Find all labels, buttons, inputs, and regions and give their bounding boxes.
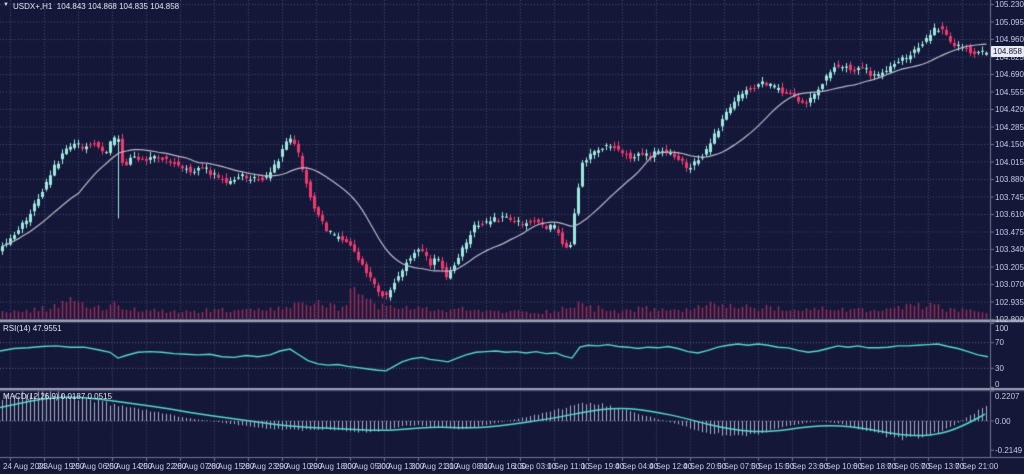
price-axis-label: 105.095 bbox=[995, 18, 1024, 27]
current-price-tag: 104.858 bbox=[991, 46, 1024, 57]
price-axis-label: 103.070 bbox=[995, 280, 1024, 289]
chart-dropdown-icon[interactable]: ▼ bbox=[3, 2, 9, 9]
macd-indicator-label: MACD(12,26,9) 0.0187 0.0515 bbox=[3, 392, 112, 401]
chart-canvas[interactable] bbox=[0, 0, 1024, 474]
price-axis-label: 105.230 bbox=[995, 0, 1024, 9]
price-axis-label: 104.690 bbox=[995, 70, 1024, 79]
time-axis-label: 7 Sep 21:00 bbox=[955, 462, 998, 471]
rsi-axis-label: 100 bbox=[995, 324, 1008, 333]
trading-chart-window: ▼ USDX+,H1 104.843 104.868 104.835 104.8… bbox=[0, 0, 1024, 474]
price-axis-label: 103.610 bbox=[995, 210, 1024, 219]
rsi-axis-label: 70 bbox=[995, 338, 1004, 347]
symbol-ohlc-header: USDX+,H1 104.843 104.868 104.835 104.858 bbox=[13, 2, 179, 11]
price-axis-label: 104.555 bbox=[995, 88, 1024, 97]
macd-axis-label: 0.2207 bbox=[995, 392, 1019, 401]
price-axis-label: 103.340 bbox=[995, 245, 1024, 254]
price-axis-label: 104.960 bbox=[995, 35, 1024, 44]
macd-axis-label: 0.00 bbox=[995, 417, 1011, 426]
rsi-axis-label: 30 bbox=[995, 364, 1004, 373]
price-axis-label: 104.420 bbox=[995, 105, 1024, 114]
price-axis-label: 103.205 bbox=[995, 263, 1024, 272]
price-axis-label: 103.475 bbox=[995, 228, 1024, 237]
price-axis-label: 104.150 bbox=[995, 140, 1024, 149]
rsi-axis-label: 0 bbox=[995, 380, 999, 389]
rsi-indicator-label: RSI(14) 47.9551 bbox=[3, 324, 62, 333]
price-axis-label: 104.015 bbox=[995, 158, 1024, 167]
price-axis-label: 102.935 bbox=[995, 298, 1024, 307]
price-axis-label: 103.880 bbox=[995, 175, 1024, 184]
price-axis-label: 102.800 bbox=[995, 315, 1024, 324]
price-axis-label: 103.745 bbox=[995, 193, 1024, 202]
price-axis-label: 104.285 bbox=[995, 123, 1024, 132]
macd-axis-label: -0.2149 bbox=[995, 446, 1022, 455]
